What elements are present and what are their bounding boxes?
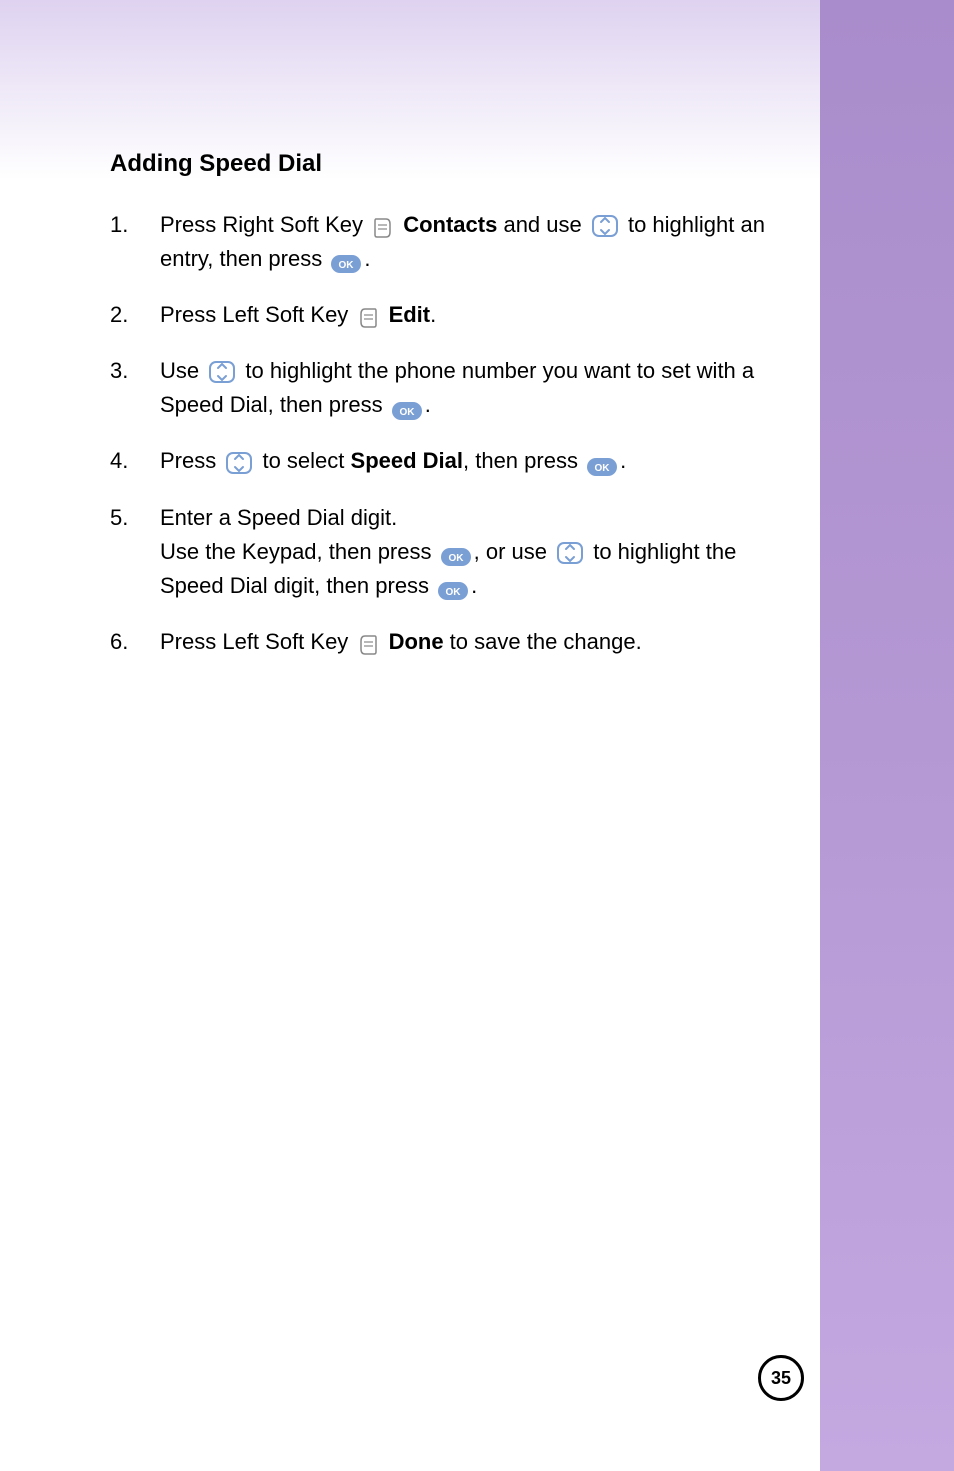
step-number: 4. — [110, 444, 160, 478]
step-content: Press Left Soft Key Edit. — [160, 298, 800, 332]
step-content: Enter a Speed Dial digit.Use the Keypad,… — [160, 501, 800, 603]
softkey-left-icon — [357, 305, 379, 327]
nav-key-icon — [556, 541, 584, 565]
step-number: 2. — [110, 298, 160, 332]
step-content: Press Left Soft Key Done to save the cha… — [160, 625, 800, 659]
step-content: Press to select Speed Dial, then press . — [160, 444, 800, 478]
softkey-right-icon — [372, 215, 394, 237]
step-list: 1.Press Right Soft Key Contacts and use … — [110, 208, 800, 659]
page-number: 35 — [758, 1355, 804, 1401]
model-name: AX4750 — [663, 1365, 743, 1391]
ok-key-icon — [437, 577, 469, 597]
content-area: Adding Speed Dial 1.Press Right Soft Key… — [110, 150, 800, 681]
step-number: 1. — [110, 208, 160, 276]
nav-key-icon — [208, 360, 236, 384]
softkey-left-icon — [357, 632, 379, 654]
bold-label: Done — [389, 629, 444, 654]
step-content: Use to highlight the phone number you wa… — [160, 354, 800, 422]
ok-key-icon — [330, 250, 362, 270]
step-number: 3. — [110, 354, 160, 422]
sidebar-background — [820, 0, 954, 1471]
nav-key-icon — [225, 451, 253, 475]
step-number: 6. — [110, 625, 160, 659]
footer: AX4750 35 — [663, 1355, 804, 1401]
step-item: 3.Use to highlight the phone number you … — [110, 354, 800, 422]
step-item: 6.Press Left Soft Key Done to save the c… — [110, 625, 800, 659]
ok-key-icon — [440, 543, 472, 563]
bold-label: Speed Dial — [351, 448, 463, 473]
ok-key-icon — [391, 397, 423, 417]
ok-key-icon — [586, 453, 618, 473]
step-content: Press Right Soft Key Contacts and use to… — [160, 208, 800, 276]
step-number: 5. — [110, 501, 160, 603]
bold-label: Contacts — [403, 212, 497, 237]
nav-key-icon — [591, 214, 619, 238]
step-item: 4.Press to select Speed Dial, then press… — [110, 444, 800, 478]
step-item: 5.Enter a Speed Dial digit.Use the Keypa… — [110, 501, 800, 603]
step-item: 1.Press Right Soft Key Contacts and use … — [110, 208, 800, 276]
step-item: 2.Press Left Soft Key Edit. — [110, 298, 800, 332]
bold-label: Edit — [389, 302, 431, 327]
section-title: Adding Speed Dial — [110, 150, 800, 178]
